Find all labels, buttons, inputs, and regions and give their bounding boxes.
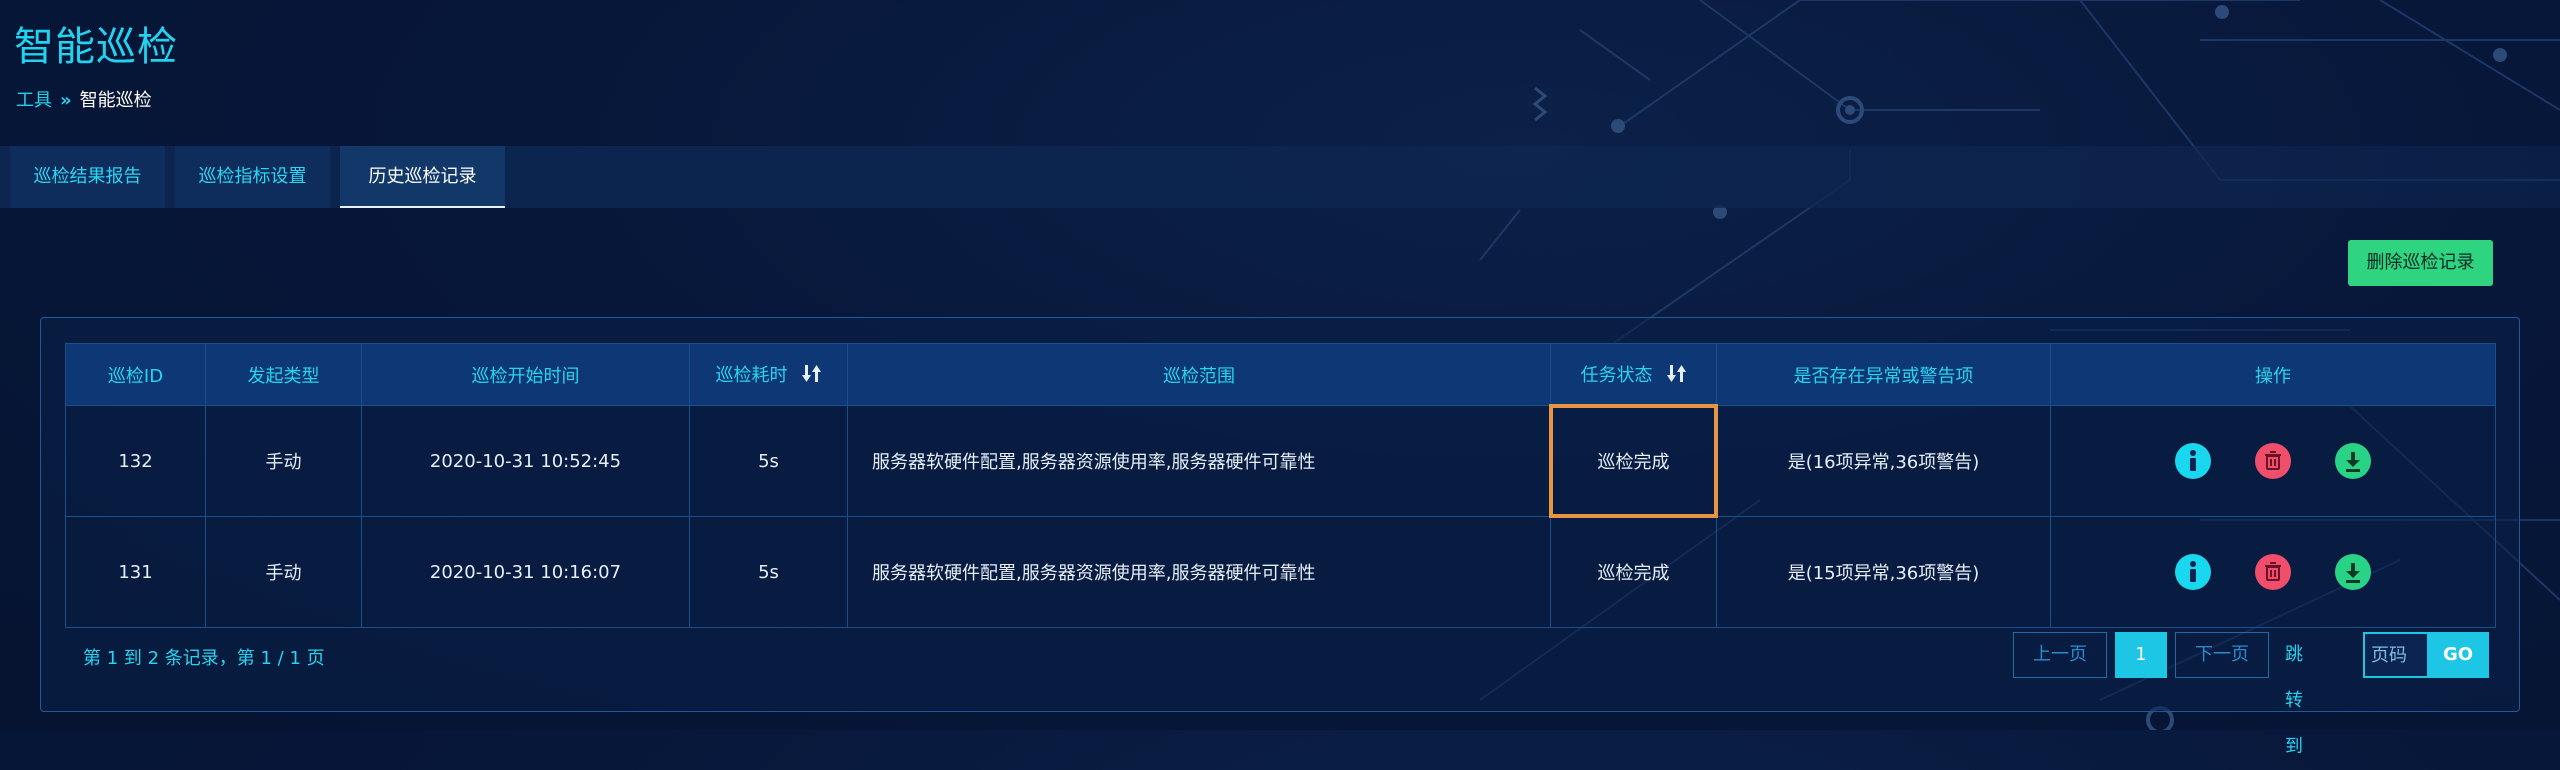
column-header-issues: 是否存在异常或警告项	[1716, 343, 2051, 406]
breadcrumb: 工具 » 智能巡检	[16, 86, 152, 112]
cell-issues: 是(15项异常,36项警告)	[1716, 516, 2051, 628]
highlight-box	[1549, 404, 1718, 518]
delete-records-button[interactable]: 删除巡检记录	[2348, 240, 2493, 286]
trash-icon[interactable]	[2255, 554, 2291, 590]
cell-type: 手动	[205, 516, 362, 628]
table-header-row: 巡检ID 发起类型 巡检开始时间 巡检耗时 巡检范围 任务状态 是否存在异常或警…	[65, 343, 2496, 406]
breadcrumb-separator-icon: »	[60, 90, 72, 111]
tab-inspection-metrics[interactable]: 巡检指标设置	[175, 146, 330, 208]
next-page-button[interactable]: 下一页	[2175, 632, 2269, 678]
tab-inspection-report[interactable]: 巡检结果报告	[10, 146, 165, 208]
table-row: 132 手动 2020-10-31 10:52:45 5s 服务器软硬件配置,服…	[65, 404, 2496, 518]
page-number-button[interactable]: 1	[2115, 632, 2167, 678]
column-header-status[interactable]: 任务状态	[1550, 343, 1717, 406]
download-icon[interactable]	[2335, 443, 2371, 479]
trash-icon[interactable]	[2255, 443, 2291, 479]
cell-type: 手动	[205, 405, 362, 517]
jump-to-label: 跳转到	[2285, 644, 2303, 757]
page-number-input[interactable]	[2363, 632, 2431, 678]
column-header-status-label: 任务状态	[1580, 365, 1653, 387]
records-summary: 第 1 到 2 条记录，第 1 / 1 页	[83, 648, 325, 669]
cell-id: 132	[65, 405, 206, 517]
column-header-actions: 操作	[2050, 343, 2496, 406]
records-panel: 巡检ID 发起类型 巡检开始时间 巡检耗时 巡检范围 任务状态 是否存在异常或警…	[40, 317, 2520, 757]
tab-bar: 巡检结果报告 巡检指标设置 历史巡检记录	[0, 146, 2560, 208]
sort-icon[interactable]	[801, 364, 822, 388]
prev-page-button[interactable]: 上一页	[2013, 632, 2107, 678]
table-row: 131 手动 2020-10-31 10:16:07 5s 服务器软硬件配置,服…	[65, 516, 2496, 628]
cell-actions	[2050, 405, 2496, 517]
tab-history-records[interactable]: 历史巡检记录	[340, 146, 505, 208]
cell-issues: 是(16项异常,36项警告)	[1716, 405, 2051, 517]
info-icon[interactable]	[2175, 443, 2211, 479]
sort-icon[interactable]	[1666, 364, 1687, 388]
column-header-scope: 巡检范围	[847, 343, 1551, 406]
cell-duration: 5s	[689, 405, 848, 517]
column-header-start-time: 巡检开始时间	[361, 343, 690, 406]
breadcrumb-current: 智能巡检	[79, 90, 152, 111]
cell-scope: 服务器软硬件配置,服务器资源使用率,服务器硬件可靠性	[847, 516, 1551, 628]
info-icon[interactable]	[2175, 554, 2211, 590]
cell-scope: 服务器软硬件配置,服务器资源使用率,服务器硬件可靠性	[847, 405, 1551, 517]
go-button[interactable]: GO	[2427, 632, 2489, 678]
column-header-duration-label: 巡检耗时	[715, 365, 788, 387]
cell-actions	[2050, 516, 2496, 628]
column-header-id: 巡检ID	[65, 343, 206, 406]
records-table: 巡检ID 发起类型 巡检开始时间 巡检耗时 巡检范围 任务状态 是否存在异常或警…	[65, 343, 2496, 628]
cell-start-time: 2020-10-31 10:16:07	[361, 516, 690, 628]
breadcrumb-tools-link[interactable]: 工具	[16, 90, 52, 111]
cell-duration: 5s	[689, 516, 848, 628]
cell-status: 巡检完成	[1550, 516, 1717, 628]
download-icon[interactable]	[2335, 554, 2371, 590]
page-title: 智能巡检	[14, 24, 178, 70]
column-header-type: 发起类型	[205, 343, 362, 406]
column-header-duration[interactable]: 巡检耗时	[689, 343, 848, 406]
cell-status: 巡检完成	[1549, 404, 1718, 518]
cell-start-time: 2020-10-31 10:52:45	[361, 405, 690, 517]
cell-id: 131	[65, 516, 206, 628]
